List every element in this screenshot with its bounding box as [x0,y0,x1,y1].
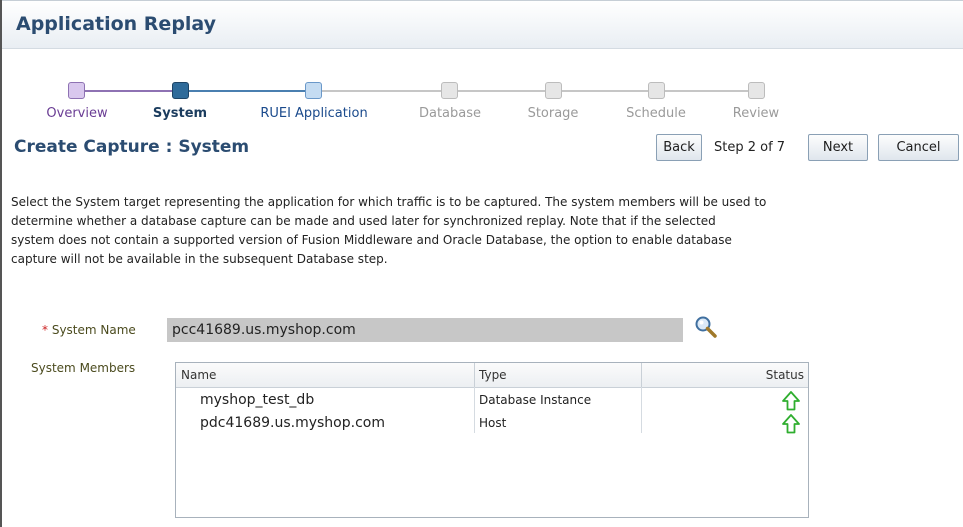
train-label-system: System [152,106,208,121]
step-indicator: Step 2 of 7 [714,140,786,155]
column-header-name[interactable]: Name [181,363,471,387]
train-stop-ruei-application[interactable] [305,82,322,99]
page-title: Create Capture : System [14,137,250,157]
train-connector-visited [77,90,176,92]
system-name-label-text: System Name [51,323,136,337]
column-header-type[interactable]: Type [474,363,641,387]
arrow-up-icon [782,391,800,411]
train-stop-overview[interactable] [68,82,85,99]
system-name-field[interactable]: pcc41689.us.myshop.com [167,318,683,342]
member-name: pdc41689.us.myshop.com [200,415,385,431]
next-button[interactable]: Next [808,134,868,161]
train-connector-future [318,90,764,92]
train-label-database: Database [418,106,482,121]
train-stop-database [441,82,458,99]
train-label-storage: Storage [527,106,579,121]
table-row[interactable]: myshop_test_db Database Instance [176,389,808,412]
instructions-text: Select the System target representing th… [11,193,963,269]
train-stop-storage [545,82,562,99]
train-label-overview[interactable]: Overview [46,106,107,121]
table-row[interactable]: pdc41689.us.myshop.com Host [176,412,808,435]
instructions-line: capture will not be available in the sub… [11,252,388,266]
arrow-up-icon [782,414,800,434]
required-marker: * [42,323,48,337]
header-divider [2,48,963,49]
system-members-label: System Members [31,361,136,375]
app-header: Application Replay [2,0,963,48]
system-members-table: Name Type Status myshop_test_db Database… [175,362,809,518]
search-icon[interactable] [694,315,718,339]
train-label-review: Review [732,106,780,121]
instructions-line: determine whether a database capture can… [11,214,716,228]
train-stop-schedule [648,82,665,99]
app-title: Application Replay [16,13,217,35]
cancel-button[interactable]: Cancel [878,134,959,161]
train-label-schedule: Schedule [626,106,686,121]
train-label-ruei-application[interactable]: RUEI Application [260,106,367,121]
member-name: myshop_test_db [200,392,315,408]
train-connector-current [184,90,310,92]
member-type: Database Instance [479,393,592,407]
instructions-line: system does not contain a supported vers… [11,233,732,247]
column-header-status[interactable]: Status [641,363,808,387]
back-button[interactable]: Back [656,134,702,161]
window-frame-edge [0,0,2,527]
instructions-line: Select the System target representing th… [11,195,767,209]
train-stop-review [748,82,765,99]
table-header: Name Type Status [176,363,808,388]
member-type: Host [479,416,507,430]
train-stop-system [172,82,189,99]
system-name-label: * System Name [42,323,136,337]
